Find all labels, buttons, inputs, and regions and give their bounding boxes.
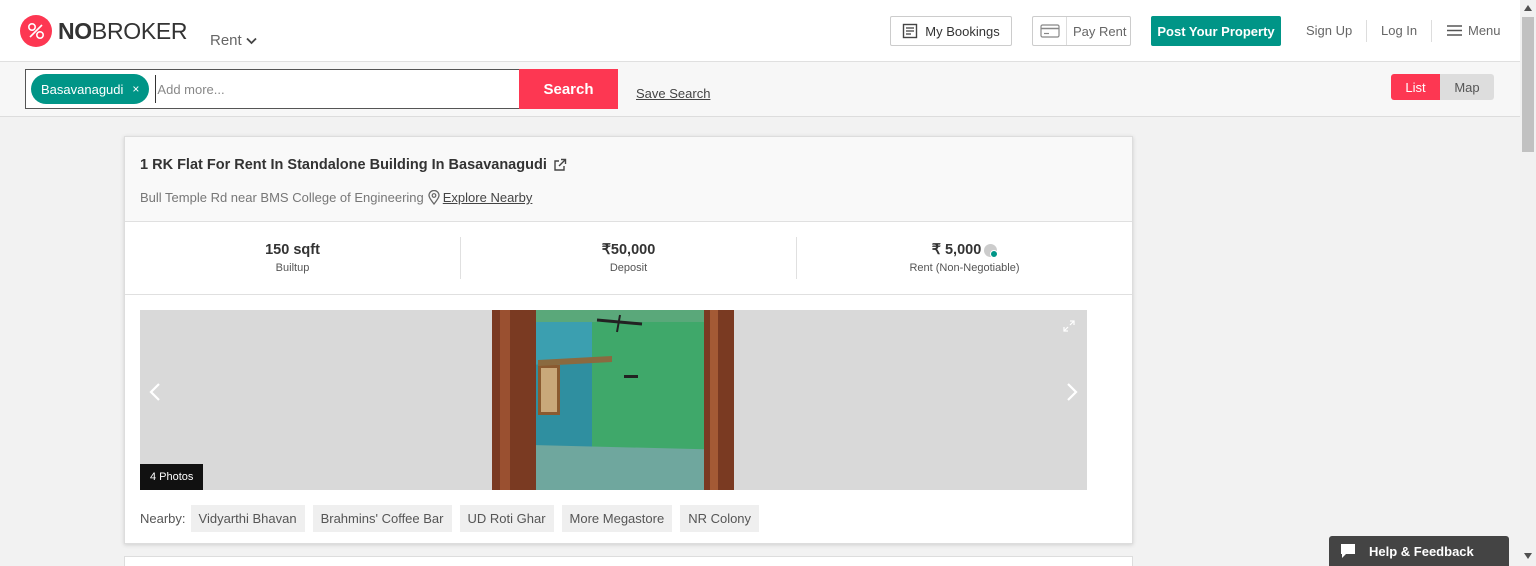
photo-gallery[interactable]: 4 Photos: [140, 310, 1087, 490]
builtup-value: 150 sqft: [265, 242, 320, 258]
photos-count-badge[interactable]: 4 Photos: [140, 464, 204, 490]
chevron-down-icon: [246, 37, 257, 44]
log-in-link[interactable]: Log In: [1381, 23, 1417, 38]
nearby-chip[interactable]: UD Roti Ghar: [459, 505, 554, 532]
listing-title-text: 1 RK Flat For Rent In Standalone Buildin…: [140, 157, 547, 173]
hamburger-icon: [1447, 25, 1462, 36]
rent-stat: ₹ 5,000 Rent (Non-Negotiable): [796, 237, 1132, 279]
bookings-icon: [903, 23, 918, 39]
nearby-label: Nearby:: [140, 511, 186, 526]
scroll-down-arrow-icon[interactable]: [1524, 553, 1532, 559]
listing-stats: 150 sqft Builtup ₹50,000 Deposit ₹ 5,000…: [125, 222, 1132, 295]
address-text: Bull Temple Rd near BMS College of Engin…: [140, 190, 424, 205]
nearby-chip[interactable]: Brahmins' Coffee Bar: [312, 505, 452, 532]
locality-chip-label: Basavanagudi: [41, 81, 124, 97]
rent-dropdown[interactable]: Rent: [210, 32, 257, 49]
chevron-right-icon[interactable]: [1065, 382, 1079, 402]
listing-card[interactable]: 1 RK Flat For Rent In Standalone Buildin…: [124, 136, 1133, 544]
builtup-label: Builtup: [275, 262, 310, 274]
builtup-stat: 150 sqft Builtup: [125, 237, 460, 279]
rent-dropdown-label: Rent: [210, 32, 242, 49]
listing-address: Bull Temple Rd near BMS College of Engin…: [140, 190, 532, 205]
deposit-stat: ₹50,000 Deposit: [460, 237, 796, 279]
search-bar: Basavanagudi × Search Save Search List M…: [0, 62, 1520, 117]
page-scrollbar[interactable]: [1520, 0, 1536, 566]
nav-divider: [1431, 20, 1432, 42]
menu-button[interactable]: Menu: [1447, 23, 1501, 38]
scrollbar-thumb[interactable]: [1522, 17, 1534, 152]
list-view-button[interactable]: List: [1391, 74, 1440, 100]
view-toggle: List Map: [1391, 74, 1494, 100]
listing-title[interactable]: 1 RK Flat For Rent In Standalone Buildin…: [140, 157, 567, 173]
logo-icon: [20, 15, 52, 47]
pay-rent-label: Pay Rent: [1073, 23, 1127, 39]
nav-divider: [1366, 20, 1367, 42]
credit-card-icon: [1033, 17, 1067, 45]
rent-label: Rent (Non-Negotiable): [909, 262, 1020, 274]
rent-info-icon[interactable]: [984, 243, 999, 258]
location-pin-icon: [428, 190, 440, 205]
post-property-button[interactable]: Post Your Property: [1151, 16, 1281, 46]
pay-rent-button[interactable]: Pay Rent: [1032, 16, 1131, 46]
search-input[interactable]: [155, 75, 456, 103]
close-icon[interactable]: ×: [132, 82, 139, 96]
nobroker-logo[interactable]: NOBROKER: [20, 15, 188, 47]
chat-bubble-icon: [1341, 544, 1355, 558]
expand-icon[interactable]: [1063, 320, 1075, 332]
deposit-value: ₹50,000: [601, 242, 656, 258]
search-box: Basavanagudi ×: [25, 69, 520, 109]
chevron-left-icon[interactable]: [148, 382, 162, 402]
external-link-icon[interactable]: [553, 158, 567, 172]
sign-up-link[interactable]: Sign Up: [1306, 23, 1352, 38]
next-listing-card[interactable]: [124, 556, 1133, 566]
top-header: NOBROKER Rent My Bookings Pay Rent Post …: [0, 0, 1520, 62]
save-search-link[interactable]: Save Search: [636, 86, 710, 101]
rent-value-row: ₹ 5,000: [931, 242, 999, 258]
property-photo[interactable]: [492, 310, 734, 490]
listing-header: 1 RK Flat For Rent In Standalone Buildin…: [125, 137, 1132, 222]
menu-label: Menu: [1468, 23, 1501, 38]
rent-value: ₹ 5,000: [931, 242, 982, 258]
map-view-button[interactable]: Map: [1440, 74, 1494, 100]
nearby-places: Nearby: Vidyarthi Bhavan Brahmins' Coffe…: [140, 505, 767, 532]
locality-chip[interactable]: Basavanagudi ×: [31, 74, 150, 104]
scroll-up-arrow-icon[interactable]: [1524, 5, 1532, 11]
help-feedback-label: Help & Feedback: [1369, 543, 1474, 559]
nearby-chip[interactable]: Vidyarthi Bhavan: [190, 505, 305, 532]
nearby-chip[interactable]: NR Colony: [680, 505, 760, 532]
help-feedback-button[interactable]: Help & Feedback: [1329, 536, 1509, 566]
explore-nearby-link[interactable]: Explore Nearby: [443, 190, 533, 205]
my-bookings-label: My Bookings: [925, 23, 1000, 39]
my-bookings-button[interactable]: My Bookings: [890, 16, 1012, 46]
logo-text: NOBROKER: [58, 17, 188, 44]
nearby-chip[interactable]: More Megastore: [561, 505, 673, 532]
deposit-label: Deposit: [609, 262, 648, 274]
search-button[interactable]: Search: [519, 69, 618, 109]
